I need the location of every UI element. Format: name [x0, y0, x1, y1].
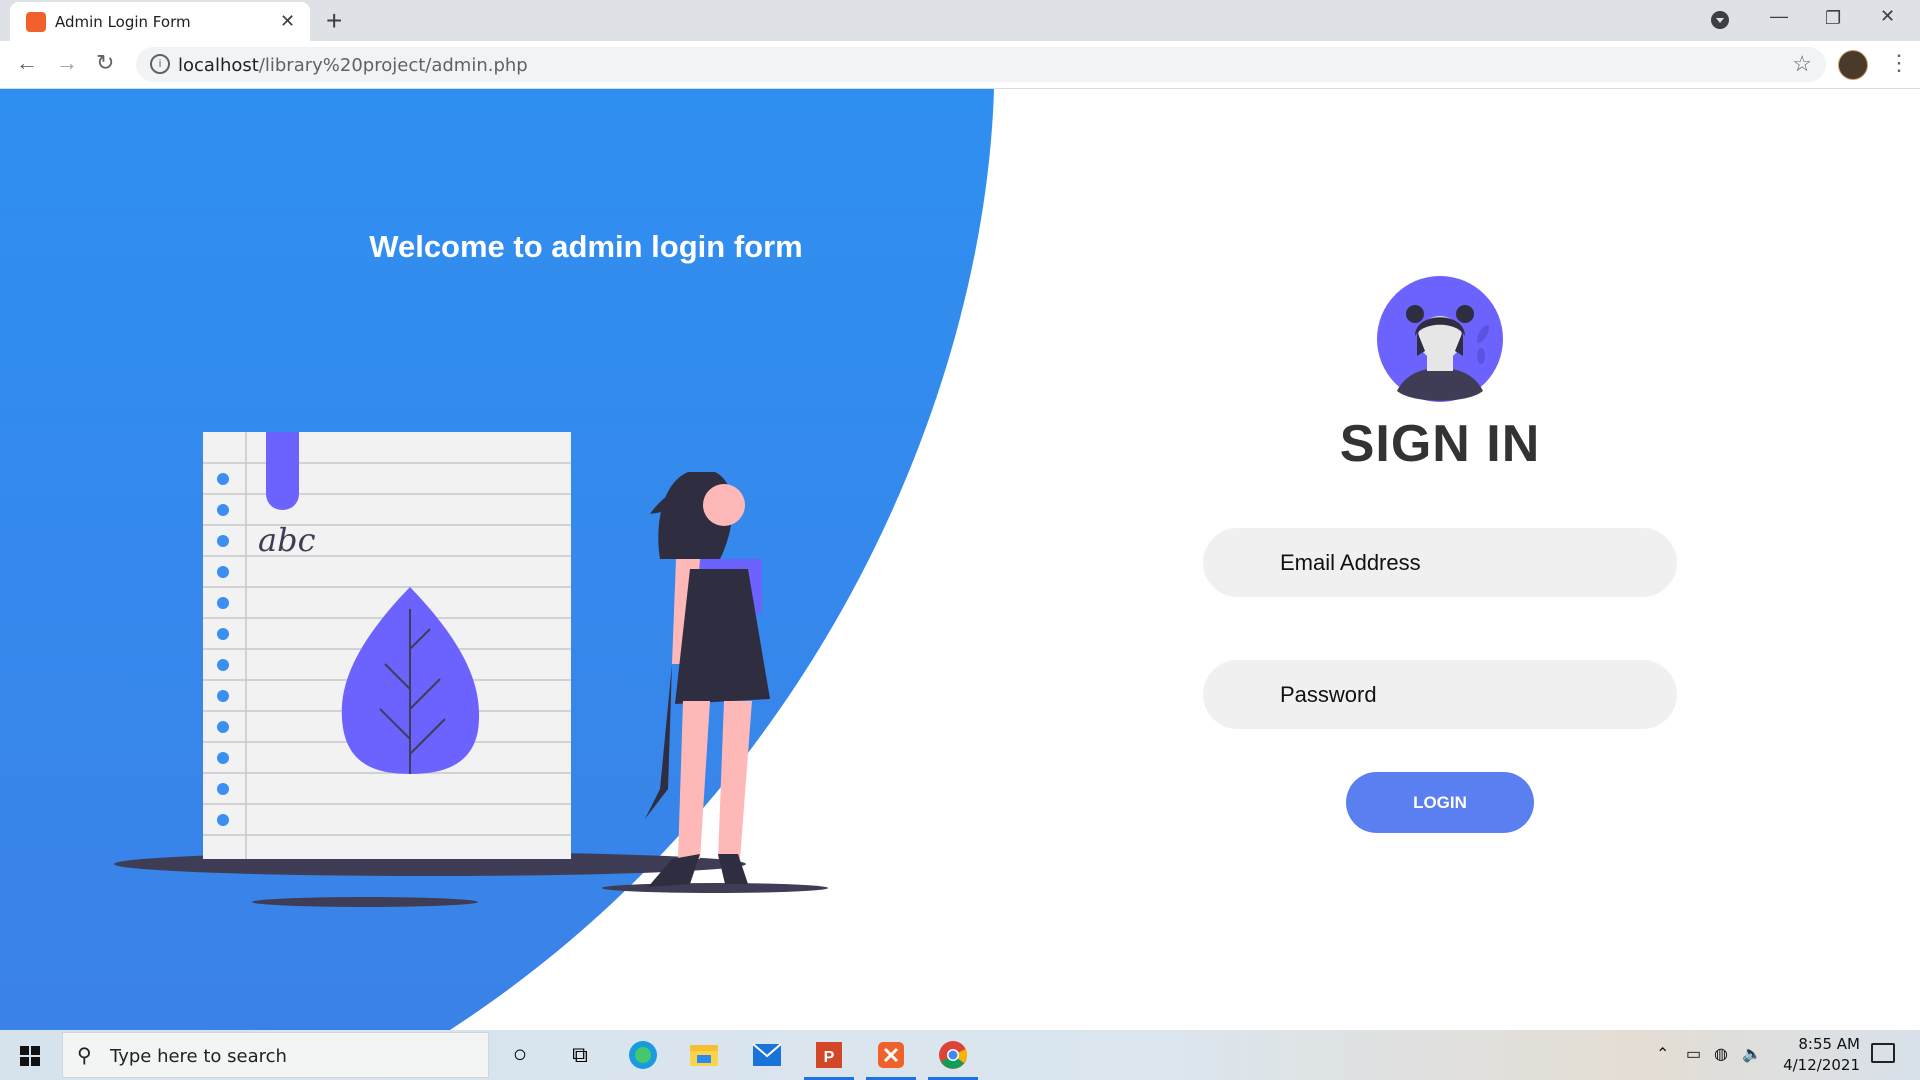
forward-icon[interactable]: → [56, 50, 78, 76]
windows-start-icon[interactable] [20, 1046, 40, 1066]
tray-chevron-icon[interactable]: ⌃ [1656, 1044, 1669, 1064]
taskbar-search-box[interactable]: ⚲ Type here to search [62, 1032, 489, 1078]
profile-avatar[interactable] [1838, 50, 1868, 80]
login-page: Welcome to admin login form abc SIGN IN … [0, 89, 1920, 1030]
sign-in-title: SIGN IN [1339, 415, 1541, 473]
chrome-icon[interactable] [928, 1038, 978, 1080]
clock-date: 4/12/2021 [1783, 1056, 1860, 1074]
address-bar[interactable]: i localhost/library%20project/admin.php … [136, 47, 1826, 82]
user-avatar-icon [1377, 276, 1503, 402]
tab-title: Admin Login Form [55, 13, 191, 31]
new-tab-icon[interactable]: + [326, 5, 342, 37]
login-button[interactable]: LOGIN [1346, 772, 1534, 833]
cortana-icon[interactable]: ○ [502, 1038, 538, 1072]
tab-close-icon[interactable]: ✕ [280, 11, 295, 32]
edge-icon[interactable] [625, 1038, 661, 1072]
back-icon[interactable]: ← [16, 50, 38, 76]
windows-taskbar: ⚲ Type here to search ○ ⧉ P ⌃ ▭ ◍ 🔈 8:55… [0, 1030, 1920, 1080]
svg-text:P: P [824, 1049, 835, 1066]
mail-icon[interactable] [749, 1038, 785, 1072]
browser-tab[interactable]: Admin Login Form ✕ [10, 2, 310, 41]
menu-kebab-icon[interactable]: ⋮ [1888, 50, 1910, 76]
browser-tab-bar: Admin Login Form ✕ + — ❐ ✕ [0, 0, 1920, 41]
battery-icon[interactable]: ▭ [1686, 1044, 1701, 1064]
taskbar-search-placeholder: Type here to search [110, 1046, 287, 1067]
notifications-icon[interactable] [1871, 1043, 1895, 1063]
small-shadow [252, 897, 478, 907]
task-view-icon[interactable]: ⧉ [562, 1038, 598, 1072]
search-icon: ⚲ [77, 1045, 92, 1067]
url-text[interactable]: localhost/library%20project/admin.php [178, 55, 528, 76]
volume-icon[interactable]: 🔈 [1742, 1044, 1762, 1064]
taskbar-clock[interactable]: 8:55 AM 4/12/2021 [1760, 1034, 1860, 1076]
network-globe-icon[interactable]: ◍ [1714, 1044, 1728, 1064]
notebook-abc-text: abc [258, 521, 316, 559]
bookmark-star-icon[interactable]: ☆ [1792, 51, 1812, 77]
xampp-icon[interactable] [866, 1038, 916, 1080]
browser-toolbar: ← → ↻ i localhost/library%20project/admi… [0, 41, 1920, 89]
file-explorer-icon[interactable] [686, 1038, 722, 1072]
email-field[interactable] [1203, 528, 1677, 597]
clock-time: 8:55 AM [1798, 1035, 1860, 1053]
person-shadow [602, 883, 828, 893]
notebook-illustration: abc [114, 432, 828, 907]
xampp-favicon-icon [26, 12, 46, 32]
password-field[interactable] [1203, 660, 1677, 729]
reload-icon[interactable]: ↻ [96, 50, 114, 76]
powerpoint-icon[interactable]: P [804, 1038, 854, 1080]
site-info-icon[interactable]: i [150, 54, 170, 74]
woman-figure [645, 472, 770, 887]
